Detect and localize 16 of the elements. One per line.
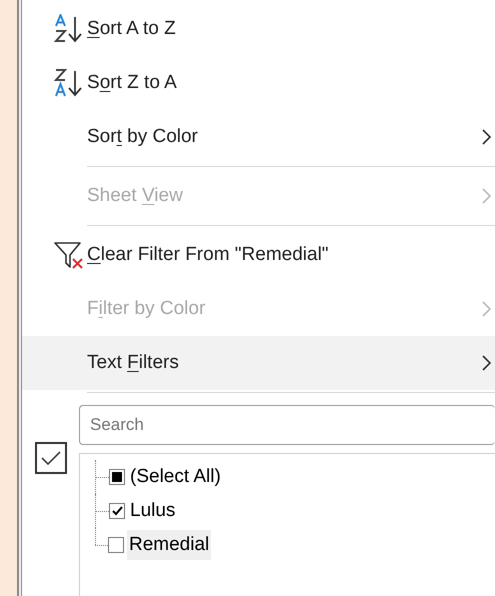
check-icon: [112, 506, 122, 516]
menu-item[interactable]: Text Filters: [87, 352, 179, 374]
list-item[interactable]: Lulus: [128, 496, 178, 526]
checkbox[interactable]: [109, 469, 125, 485]
checkbox[interactable]: [108, 537, 124, 553]
search-field[interactable]: Search: [79, 405, 495, 445]
menu-item[interactable]: Clear Filter From "Remedial": [87, 244, 329, 266]
checkbox[interactable]: [34, 442, 66, 474]
menu-item[interactable]: Sort by Color: [87, 126, 198, 148]
partial-mark-icon: [112, 472, 122, 482]
menu-item[interactable]: Sort A to Z: [87, 18, 176, 40]
menu-item[interactable]: Sort Z to A: [87, 72, 177, 94]
check-icon: [40, 449, 62, 467]
checkbox[interactable]: [109, 503, 125, 519]
list-item[interactable]: Remedial: [127, 530, 212, 560]
list-item[interactable]: (Select All): [128, 462, 223, 492]
